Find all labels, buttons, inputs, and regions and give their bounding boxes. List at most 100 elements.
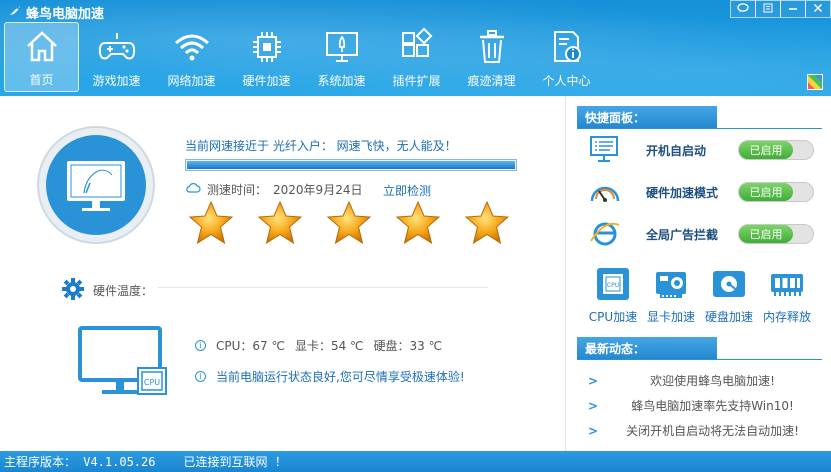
temperature-readouts: i CPU：67 ℃ 显卡：54 ℃ 硬盘：33 ℃ [195, 337, 442, 354]
chip-icon [252, 32, 281, 62]
home-icon [26, 31, 57, 62]
quick-item-startup: 开机自启动 已启用 [588, 135, 818, 165]
speed-status-badge [37, 126, 155, 244]
system-status: i 当前电脑运行状态良好,您可尽情享受极速体验! [195, 368, 465, 385]
toggle-state: 已启用 [739, 225, 793, 243]
startup-screen-icon [590, 136, 618, 162]
chevron-right-icon: > [588, 398, 599, 413]
quick-panel-title: 快捷面板： [577, 106, 717, 129]
star-icon [395, 200, 441, 245]
version-text: 主程序版本： V4.1.05.26 [4, 455, 156, 469]
tab-label: 游戏加速 [92, 74, 141, 88]
speed-rating-stars [188, 200, 510, 246]
list-icon [763, 3, 773, 16]
cpu-chip-label: CPU [144, 378, 160, 387]
news-text: 蜂鸟电脑加速率先支持Win10! [631, 399, 794, 413]
info-icon: i [195, 371, 206, 382]
tab-trace-clean[interactable]: 痕迹清理 [454, 22, 529, 92]
star-icon [464, 200, 510, 245]
startup-toggle[interactable]: 已启用 [738, 140, 814, 160]
divider [158, 287, 488, 288]
news-item[interactable]: > 蜂鸟电脑加速率先支持Win10! [588, 397, 823, 414]
tab-label: 网络加速 [167, 74, 216, 88]
tab-plugin-ext[interactable]: 插件扩展 [379, 22, 454, 92]
user-document-icon [553, 31, 581, 62]
tool-label: CPU加速 [588, 310, 638, 324]
test-time-value: 2020年9月24日 [273, 183, 363, 197]
quick-item-label: 硬件加速模式 [646, 185, 719, 200]
quick-item-adblock: 全局广告拦截 已启用 [588, 219, 818, 249]
tool-gpu-accel[interactable]: 显卡加速 [646, 266, 696, 325]
speed-headline: 当前网速接近于 光纤入户： 网速飞快，无人能及！ [185, 139, 457, 153]
hardware-temp-heading: 硬件温度： [61, 277, 153, 304]
cpu-temp: CPU：67 ℃ [216, 339, 285, 353]
speed-test-time: 测速时间： 2020年9月24日 [185, 181, 362, 198]
gpu-card-icon [656, 272, 686, 298]
hw-accel-toggle[interactable]: 已启用 [738, 182, 814, 202]
gpu-temp: 显卡：54 ℃ [294, 339, 364, 353]
accel-tools: CPU CPU加速 显卡加速 硬盘加速 内存释放 [588, 266, 812, 325]
tool-cpu-accel[interactable]: CPU CPU加速 [588, 266, 638, 325]
app-title-text: 蜂鸟电脑加速 [26, 7, 105, 22]
cpu-chip-label: CPU [607, 282, 619, 289]
star-icon [257, 200, 303, 245]
chevron-right-icon: > [588, 423, 599, 438]
tab-system-accel[interactable]: 系统加速 [304, 22, 379, 92]
chat-bubble-icon [737, 2, 749, 16]
tool-label: 显卡加速 [646, 310, 695, 324]
system-status-text: 当前电脑运行状态良好,您可尽情享受极速体验! [216, 370, 465, 384]
feedback-button[interactable] [730, 0, 756, 18]
tab-hardware-accel[interactable]: 硬件加速 [229, 22, 304, 92]
retest-link[interactable]: 立即检测 [383, 182, 431, 199]
tab-home[interactable]: 首页 [4, 22, 79, 92]
tab-personal-center[interactable]: 个人中心 [529, 22, 604, 92]
tab-label: 插件扩展 [392, 74, 441, 88]
header-bar: 蜂鸟电脑加速 首页 游戏加速 网络加速 硬件加速 系统加速 插件扩展 痕迹清理 … [0, 0, 831, 96]
tab-network-accel[interactable]: 网络加速 [154, 22, 229, 92]
cpu-icon: CPU [597, 268, 629, 300]
quick-item-hw-accel: 硬件加速模式 已启用 [588, 177, 818, 207]
speed-progress-bar [185, 159, 517, 171]
tool-memory-release[interactable]: 内存释放 [762, 266, 812, 325]
disk-temp: 硬盘：33 ℃ [373, 339, 443, 353]
window-controls [730, 0, 831, 18]
tab-label: 硬件加速 [242, 74, 291, 88]
tab-game-accel[interactable]: 游戏加速 [79, 22, 154, 92]
news-item[interactable]: > 关闭开机自启动将无法自动加速! [588, 422, 823, 439]
plugin-grid-icon [401, 27, 432, 57]
divider [577, 359, 822, 360]
skin-switch-button[interactable] [807, 74, 823, 90]
tab-label: 痕迹清理 [467, 74, 516, 88]
tool-disk-accel[interactable]: 硬盘加速 [704, 266, 754, 325]
monitor-cpu-icon: CPU [78, 326, 170, 402]
quick-item-label: 开机自启动 [646, 143, 707, 158]
tool-label: 硬盘加速 [704, 310, 753, 324]
app-window: 蜂鸟电脑加速 首页 游戏加速 网络加速 硬件加速 系统加速 插件扩展 痕迹清理 … [0, 0, 831, 472]
star-icon [188, 200, 234, 245]
cloud-icon [185, 182, 201, 197]
close-icon [813, 3, 823, 16]
main-nav: 首页 游戏加速 网络加速 硬件加速 系统加速 插件扩展 痕迹清理 个人中心 [4, 22, 604, 92]
gamepad-icon [98, 33, 135, 60]
quick-item-label: 全局广告拦截 [646, 227, 719, 242]
adblock-toggle[interactable]: 已启用 [738, 224, 814, 244]
toggle-state: 已启用 [739, 141, 793, 159]
speedometer-icon [590, 186, 620, 202]
tool-label: 内存释放 [762, 310, 811, 324]
news-item[interactable]: > 欢迎使用蜂鸟电脑加速! [588, 372, 823, 389]
news-text: 欢迎使用蜂鸟电脑加速! [650, 374, 775, 388]
side-panel: 快捷面板： 开机自启动 已启用 硬件加速模式 已启用 全局广告拦截 已启用 CP… [565, 96, 831, 451]
menu-button[interactable] [755, 0, 781, 18]
tab-label: 系统加速 [317, 74, 366, 88]
hardware-temp-label: 硬件温度： [93, 284, 154, 298]
wifi-icon [174, 34, 209, 61]
hard-disk-icon [713, 271, 745, 297]
trash-icon [479, 30, 504, 63]
home-main-area: 当前网速接近于 光纤入户： 网速飞快，无人能及！ 测速时间： 2020年9月24… [0, 96, 565, 451]
news-title: 最新动态： [577, 337, 717, 360]
close-button[interactable] [805, 0, 831, 18]
minimize-button[interactable] [780, 0, 806, 18]
chevron-right-icon: > [588, 373, 599, 388]
memory-icon [771, 274, 803, 296]
status-bar: 主程序版本： V4.1.05.26 已连接到互联网 ！ [0, 451, 831, 472]
